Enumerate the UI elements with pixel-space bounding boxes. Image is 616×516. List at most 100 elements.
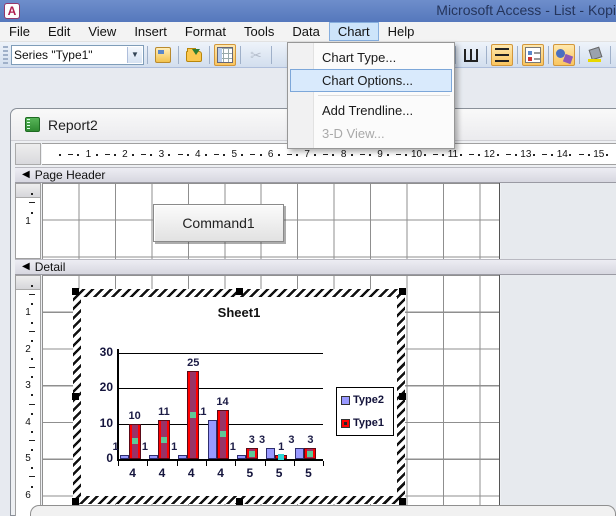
ruler-tick (359, 154, 365, 155)
y-axis-tick-label: 10 (99, 415, 113, 430)
data-label-type2: 1 (112, 441, 119, 454)
detail-section-label: Detail (34, 260, 66, 274)
menu-edit[interactable]: Edit (39, 22, 79, 41)
menu-view[interactable]: View (79, 22, 125, 41)
access-app-icon: A (4, 3, 20, 19)
ruler-tick (29, 330, 35, 332)
menu-tools[interactable]: Tools (235, 22, 283, 41)
ruler-corner-box[interactable] (15, 143, 41, 165)
x-axis-tick (264, 461, 266, 466)
selection-handle[interactable] (72, 393, 79, 400)
ruler-number: 8 (340, 149, 347, 160)
drawing-button[interactable] (553, 43, 575, 66)
ruler-tick (496, 154, 499, 156)
ruler-tick (469, 154, 475, 155)
bottom-window-edge (30, 505, 616, 516)
bar-type2[interactable] (178, 455, 188, 459)
page-header-section-label: Page Header (34, 168, 106, 182)
series-combobox-input[interactable] (14, 46, 126, 63)
ruler-tick (432, 154, 438, 155)
page-header-vertical-ruler[interactable]: 1 (15, 183, 41, 259)
ruler-tick (31, 394, 33, 397)
fill-color-icon (587, 47, 603, 63)
ruler-number: 14 (556, 149, 568, 160)
ruler-tick (396, 154, 402, 155)
y-gridline (118, 353, 323, 354)
x-axis-category-label: 4 (129, 466, 136, 480)
selection-handle[interactable] (72, 288, 79, 295)
toolbar-grip[interactable] (3, 45, 8, 64)
chart-canvas[interactable]: Sheet1 Type2 Type1 0 10 20 30 1 10 4 1 11 4 1 25 4 11 1… (81, 297, 397, 496)
detail-vertical-ruler[interactable]: 1 2 3 4 5 6 (15, 275, 41, 516)
bar-type2[interactable] (295, 448, 305, 459)
ruler-tick (31, 285, 33, 288)
ruler-number: 5 (25, 453, 31, 465)
menu-format[interactable]: Format (176, 22, 235, 41)
y-gridline (118, 388, 323, 390)
series-selection-handle (278, 454, 285, 461)
ruler-tick (29, 403, 35, 405)
menu-help[interactable]: Help (379, 22, 424, 41)
selection-handle[interactable] (72, 498, 79, 505)
ruler-tick (29, 440, 35, 442)
ruler-tick (29, 294, 35, 296)
selection-handle[interactable] (235, 288, 243, 295)
legend-label: Type1 (353, 417, 384, 429)
ruler-tick (59, 154, 62, 156)
menu-file[interactable]: File (0, 22, 39, 41)
report-icon (25, 117, 40, 132)
ruler-tick (478, 154, 481, 156)
bar-type2[interactable] (119, 455, 129, 459)
selection-handle[interactable] (399, 498, 406, 505)
bar-type2[interactable] (236, 455, 246, 459)
y-axis-tick-label: 20 (99, 380, 113, 395)
ruler-tick (350, 154, 353, 156)
view-datasheet-button[interactable] (214, 43, 236, 66)
ruler-tick (277, 154, 280, 156)
ruler-tick (31, 303, 33, 306)
menu-chart[interactable]: Chart (328, 22, 379, 41)
ruler-tick (31, 449, 33, 452)
combobox-dropdown-icon[interactable]: ▼ (127, 46, 142, 63)
legend-entry-type1[interactable]: Type1 (341, 417, 389, 429)
bar-type2[interactable] (266, 448, 276, 459)
fill-color-button[interactable] (584, 44, 606, 66)
chart-object-frame[interactable]: Sheet1 Type2 Type1 0 10 20 30 1 10 4 1 11 4 1 25 4 11 1… (72, 288, 406, 505)
page-header-section-bar[interactable]: ◀ Page Header (15, 167, 616, 183)
ruler-number: 4 (25, 416, 31, 428)
ruler-number: 15 (593, 149, 605, 160)
command1-button[interactable]: Command1 (153, 204, 284, 242)
series-combobox[interactable]: ▼ (11, 44, 144, 65)
format-object-button[interactable] (152, 44, 174, 66)
chart-title[interactable]: Sheet1 (81, 305, 397, 320)
data-label-type1: 10 (128, 409, 141, 422)
detail-section-bar[interactable]: ◀ Detail (15, 259, 616, 275)
menu-insert[interactable]: Insert (125, 22, 176, 41)
selection-handle[interactable] (399, 288, 406, 295)
ruler-tick (441, 154, 444, 156)
import-file-button[interactable] (183, 44, 205, 66)
page-header-section-selector[interactable] (16, 184, 40, 198)
menu-data[interactable]: Data (283, 22, 328, 41)
menu-item-chart-options[interactable]: Chart Options... (290, 69, 452, 92)
chart-legend[interactable]: Type2 Type1 (336, 387, 394, 436)
ruler-tick (286, 154, 292, 155)
legend-button[interactable] (522, 43, 544, 66)
selection-handle[interactable] (399, 393, 406, 400)
category-axis-gridlines-button[interactable] (460, 44, 482, 66)
x-axis-tick (323, 461, 325, 466)
detail-section-selector[interactable] (16, 276, 40, 290)
bar-type2[interactable] (207, 420, 217, 459)
ruler-tick (29, 476, 35, 478)
ruler-tick (241, 154, 244, 156)
menu-item-add-trendline[interactable]: Add Trendline... (290, 99, 452, 122)
ruler-tick (368, 154, 371, 156)
x-axis-tick (205, 461, 207, 466)
bar-type2[interactable] (148, 455, 158, 459)
cut-button[interactable]: ✂ (245, 44, 267, 66)
selection-handle[interactable] (235, 498, 243, 505)
menu-item-chart-type[interactable]: Chart Type... (290, 46, 452, 69)
ruler-tick (532, 154, 535, 156)
legend-entry-type2[interactable]: Type2 (341, 394, 389, 406)
value-axis-gridlines-button[interactable] (491, 43, 513, 66)
